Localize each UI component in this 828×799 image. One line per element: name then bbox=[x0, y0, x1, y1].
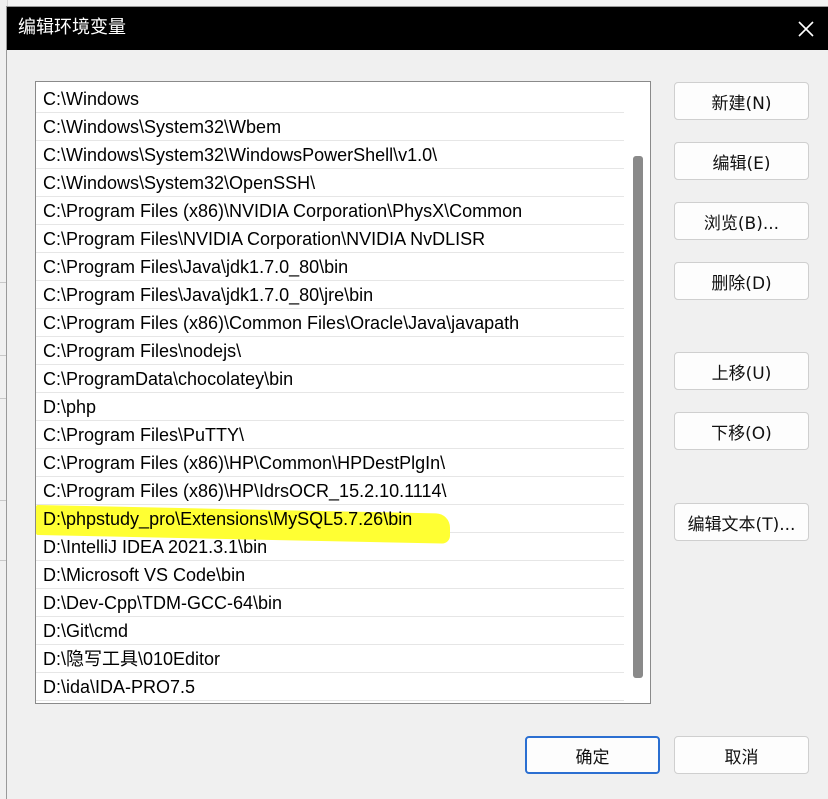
path-list-item-label: C:\Program Files (x86)\HP\Common\HPDestP… bbox=[43, 453, 446, 473]
dialog-title: 编辑环境变量 bbox=[18, 17, 126, 38]
path-list-item[interactable]: C:\Windows\System32\WindowsPowerShell\v1… bbox=[36, 141, 624, 169]
path-list-item-label: D:\隐写工具\010Editor bbox=[43, 649, 221, 669]
path-list-item-label: D:\Git\cmd bbox=[43, 621, 129, 641]
path-list-item-label: D:\phpstudy_pro\Extensions\MySQL5.7.26\b… bbox=[43, 509, 413, 529]
path-list-item-label: C:\Program Files\PuTTY\ bbox=[43, 425, 245, 445]
path-list-item[interactable]: D:\Dev-Cpp\TDM-GCC-64\bin bbox=[36, 589, 624, 617]
ok-button[interactable]: 确定 bbox=[525, 736, 660, 774]
path-list-item[interactable]: D:\Microsoft VS Code\bin bbox=[36, 561, 624, 589]
path-list-item[interactable]: C:\Program Files\NVIDIA Corporation\NVID… bbox=[36, 225, 624, 253]
scrollbar-thumb[interactable] bbox=[633, 156, 643, 678]
path-list-item-label: C:\Program Files\NVIDIA Corporation\NVID… bbox=[43, 229, 486, 249]
path-list-item-label: C:\Program Files (x86)\Common Files\Orac… bbox=[43, 313, 520, 333]
path-list-item-label: C:\Program Files\nodejs\ bbox=[43, 341, 242, 361]
path-list-item[interactable]: D:\phpstudy_pro\Extensions\MySQL5.7.26\b… bbox=[36, 505, 624, 544]
path-list-item[interactable]: D:\php bbox=[36, 393, 624, 421]
path-list-item-label: D:\Microsoft VS Code\bin bbox=[43, 565, 246, 585]
path-list-item-label: D:\ida\IDA-PRO7.5 bbox=[43, 677, 196, 697]
path-list-item[interactable]: C:\Program Files (x86)\HP\IdrsOCR_15.2.1… bbox=[36, 477, 624, 505]
edit-environment-variable-dialog: 编辑环境变量 C:\Windows C:\Windows\System32\Wbe… bbox=[6, 6, 828, 799]
path-list-item[interactable]: C:\Program Files\PuTTY\ bbox=[36, 421, 624, 449]
path-list-item-label: D:\Dev-Cpp\TDM-GCC-64\bin bbox=[43, 593, 283, 613]
path-list-item[interactable]: D:\ida\IDA-PRO7.5 bbox=[36, 673, 624, 701]
path-list-item-label: C:\Windows\System32\WindowsPowerShell\v1… bbox=[43, 145, 438, 165]
path-list-item[interactable]: C:\ProgramData\chocolatey\bin bbox=[36, 365, 624, 393]
path-list-item-label: D:\php bbox=[43, 397, 97, 417]
path-list-item[interactable]: C:\Program Files (x86)\Common Files\Orac… bbox=[36, 309, 624, 337]
path-listbox[interactable]: C:\Windows C:\Windows\System32\Wbem C:\Win… bbox=[35, 81, 651, 704]
path-list-item[interactable]: D:\Git\cmd bbox=[36, 617, 624, 645]
path-list-item-label: C:\Program Files (x86)\HP\IdrsOCR_15.2.1… bbox=[43, 481, 447, 501]
path-list-item[interactable]: C:\Windows bbox=[36, 85, 624, 113]
cancel-button[interactable]: 取消 bbox=[674, 736, 809, 774]
move-up-button[interactable]: 上移(U) bbox=[674, 352, 809, 390]
path-list-item-label: C:\Program Files\Java\jdk1.7.0_80\bin bbox=[43, 257, 349, 277]
close-button[interactable] bbox=[794, 17, 818, 41]
path-list-item[interactable]: C:\Windows\System32\Wbem bbox=[36, 113, 624, 141]
close-icon bbox=[798, 21, 814, 37]
new-button[interactable]: 新建(N) bbox=[674, 82, 809, 120]
path-list-item-label: C:\Windows\System32\OpenSSH\ bbox=[43, 173, 316, 193]
path-list-item-label: C:\Program Files\Java\jdk1.7.0_80\jre\bi… bbox=[43, 285, 374, 305]
path-list-item-label: C:\Windows\System32\Wbem bbox=[43, 117, 282, 137]
move-down-button[interactable]: 下移(O) bbox=[674, 412, 809, 450]
browse-button[interactable]: 浏览(B)... bbox=[674, 202, 809, 240]
path-list-item[interactable]: D:\隐写工具\010Editor bbox=[36, 645, 624, 673]
path-list-item[interactable]: C:\Windows\System32\OpenSSH\ bbox=[36, 169, 624, 197]
path-list-item-label: C:\ProgramData\chocolatey\bin bbox=[43, 369, 294, 389]
path-list-item[interactable]: C:\Program Files (x86)\HP\Common\HPDestP… bbox=[36, 449, 624, 477]
path-list-item[interactable]: C:\Program Files\Java\jdk1.7.0_80\bin bbox=[36, 253, 624, 281]
title-bar: 编辑环境变量 bbox=[7, 7, 828, 50]
path-list-item-label: C:\Windows bbox=[43, 89, 140, 109]
path-list-item[interactable]: C:\Program Files\Java\jdk1.7.0_80\jre\bi… bbox=[36, 281, 624, 309]
path-list-item[interactable]: D:\IntelliJ IDEA 2021.3.1\bin bbox=[36, 533, 624, 561]
path-list-item[interactable]: C:\Program Files (x86)\NVIDIA Corporatio… bbox=[36, 197, 624, 225]
path-list-item[interactable]: C:\Program Files\nodejs\ bbox=[36, 337, 624, 365]
path-list-item-label: D:\IntelliJ IDEA 2021.3.1\bin bbox=[43, 537, 268, 557]
edit-text-button[interactable]: 编辑文本(T)... bbox=[674, 503, 809, 541]
vertical-scrollbar[interactable] bbox=[632, 86, 644, 698]
delete-button[interactable]: 删除(D) bbox=[674, 262, 809, 300]
path-list-item-label: C:\Program Files (x86)\NVIDIA Corporatio… bbox=[43, 201, 523, 221]
edit-button[interactable]: 编辑(E) bbox=[674, 142, 809, 180]
